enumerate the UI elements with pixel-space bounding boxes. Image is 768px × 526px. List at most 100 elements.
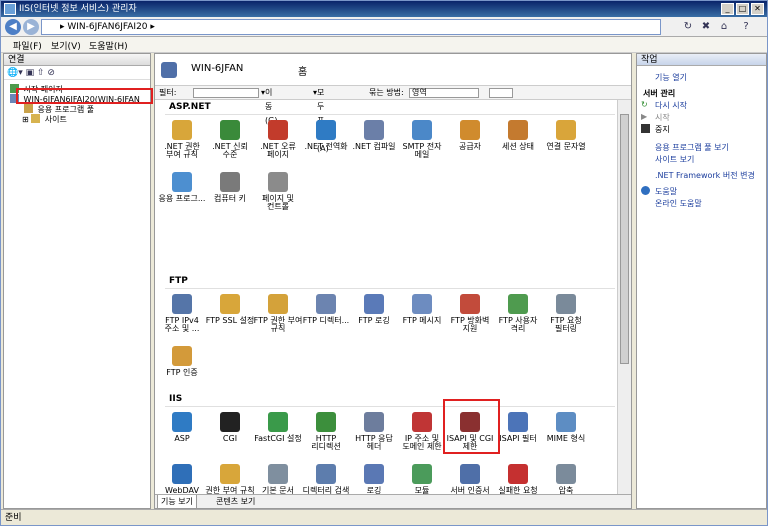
save-icon[interactable]: ▣ <box>26 68 35 78</box>
forward-button[interactable]: ▶ <box>23 19 39 35</box>
feature-item[interactable]: 페이지 및 컨트롤 <box>253 172 303 211</box>
feature-item[interactable]: 로깅 <box>349 464 399 495</box>
feature-item[interactable]: ISAPI 필터 <box>493 412 543 443</box>
feature-item[interactable]: FTP 사용자 격리 <box>493 294 543 333</box>
feature-item[interactable]: FTP 요청 필터링 <box>541 294 591 333</box>
feature-item[interactable]: CGI <box>205 412 255 443</box>
help-icon[interactable]: ? <box>739 20 753 34</box>
feature-item[interactable]: HTTP 응답 헤더 <box>349 412 399 451</box>
view-app-pools-link[interactable]: 응용 프로그램 풀 보기 <box>655 142 729 153</box>
feature-item[interactable]: FTP 메시지 <box>397 294 447 325</box>
sites-folder-icon <box>31 114 41 123</box>
expand-icon[interactable]: ⊞ <box>22 115 29 124</box>
address-bar: ◀ ▶ ▸ WIN-6JFAN6JFAI20 ▸ ↻ ✖ ⌂ ? <box>1 17 767 37</box>
address-path[interactable]: ▸ WIN-6JFAN6JFAI20 ▸ <box>41 19 661 35</box>
filter-input[interactable] <box>193 88 259 98</box>
feature-item[interactable]: .NET 신뢰 수준 <box>205 120 255 159</box>
feature-label: FastCGI 설정 <box>254 434 302 443</box>
feature-item[interactable]: 권한 부여 규칙 <box>205 464 255 495</box>
feature-label: HTTP 응답 헤더 <box>355 434 393 451</box>
feature-item[interactable]: SMTP 전자 메일 <box>397 120 447 159</box>
view-sites-link[interactable]: 사이트 보기 <box>655 154 694 165</box>
feature-item[interactable]: FTP 로깅 <box>349 294 399 325</box>
help-link[interactable]: 도움말 <box>641 186 677 197</box>
minimize-button[interactable]: _ <box>721 3 734 15</box>
connect-icon[interactable]: 🌐▾ <box>7 68 23 78</box>
ftp-filter-icon <box>556 294 576 314</box>
connections-title: 연결 <box>4 54 150 66</box>
tab-features-view[interactable]: 기능 보기 <box>157 495 197 508</box>
tree-label: 사이트 <box>44 115 67 124</box>
feature-item[interactable]: IP 주소 및 도메인 제한 <box>397 412 447 451</box>
feature-label: FTP 메시지 <box>402 316 442 325</box>
status-bar: 준비 <box>1 509 767 525</box>
feature-item[interactable]: 응용 프로그... <box>157 172 207 203</box>
ftp-user-icon <box>508 294 528 314</box>
menu-file[interactable]: 파일(F) <box>13 39 42 52</box>
stop-link[interactable]: 중지 <box>641 124 670 135</box>
feature-item[interactable]: .NET 오류 페이지 <box>253 120 303 159</box>
feature-item[interactable]: 기본 문서 <box>253 464 303 495</box>
error-page-icon <box>268 120 288 140</box>
restart-link[interactable]: ↻ 다시 시작 <box>641 100 687 111</box>
maximize-button[interactable]: □ <box>736 3 749 15</box>
tree-sites[interactable]: ⊞ 사이트 <box>22 114 67 125</box>
view-tabs: 기능 보기 콘텐츠 보기 <box>155 494 631 508</box>
feature-label: ASP <box>174 434 190 443</box>
feature-item[interactable]: ASP <box>157 412 207 443</box>
actions-title: 작업 <box>637 54 766 66</box>
close-button[interactable]: ✕ <box>751 3 764 15</box>
feature-item[interactable]: FastCGI 설정 <box>253 412 303 443</box>
home-icon[interactable]: ⌂ <box>717 20 731 34</box>
tab-content-view[interactable]: 콘텐츠 보기 <box>213 495 258 508</box>
feature-item[interactable]: FTP 인증 <box>157 346 207 377</box>
feature-item[interactable]: .NET 전역화 <box>301 120 351 151</box>
feature-item[interactable]: FTP 디렉터... <box>301 294 351 325</box>
ftp-firewall-icon <box>460 294 480 314</box>
menu-view[interactable]: 보기(V) <box>51 39 81 52</box>
feature-item[interactable]: 디렉터리 검색 <box>301 464 351 495</box>
open-feature-link[interactable]: 기능 열기 <box>655 72 687 83</box>
refresh-icon[interactable]: ↻ <box>681 20 695 34</box>
group-by-select[interactable]: 영역 <box>409 88 479 98</box>
app-settings-icon <box>172 172 192 192</box>
restart-icon: ↻ <box>641 100 648 109</box>
feature-item[interactable]: FTP SSL 설정 <box>205 294 255 325</box>
feature-item[interactable]: HTTP 리디렉션 <box>301 412 351 451</box>
modules-icon <box>412 464 432 484</box>
disconnect-icon[interactable]: ⊘ <box>47 68 55 78</box>
stop-icon[interactable]: ✖ <box>699 20 713 34</box>
view-select[interactable] <box>489 88 513 98</box>
group-divider <box>165 406 615 407</box>
go-button[interactable]: ▾ 이동(G) <box>261 86 277 125</box>
start-link[interactable]: ▶ 시작 <box>641 112 670 123</box>
change-net-version-link[interactable]: .NET Framework 버전 변경 <box>655 170 755 181</box>
show-all-button[interactable]: ▾ 모두 표시(A) <box>313 86 329 153</box>
selection-highlight <box>16 88 153 104</box>
feature-item[interactable]: 모듈 <box>397 464 447 495</box>
menu-help[interactable]: 도움말(H) <box>89 39 128 52</box>
feature-item[interactable]: 연결 문자열 <box>541 120 591 151</box>
up-icon[interactable]: ⇧ <box>37 68 45 78</box>
feature-item[interactable]: FTP 권한 부여 규칙 <box>253 294 303 333</box>
feature-item[interactable]: 서버 인증서 <box>445 464 495 495</box>
server-certificate-highlight <box>443 399 500 454</box>
scroll-thumb[interactable] <box>620 114 629 364</box>
server-icon <box>161 62 177 78</box>
feature-item[interactable]: 세션 상태 <box>493 120 543 151</box>
authz-icon <box>220 464 240 484</box>
logging-icon <box>364 464 384 484</box>
vertical-scrollbar[interactable] <box>617 100 631 496</box>
feature-item[interactable]: .NET 권한 부여 규칙 <box>157 120 207 159</box>
feature-item[interactable]: 공급자 <box>445 120 495 151</box>
feature-item[interactable]: FTP 방화벽 지원 <box>445 294 495 333</box>
feature-item[interactable]: FTP IPv4 주소 및 ... <box>157 294 207 333</box>
feature-item[interactable]: MIME 형식 <box>541 412 591 443</box>
feature-item[interactable]: .NET 컴파일 <box>349 120 399 151</box>
iis-app-icon <box>4 3 16 15</box>
center-header: WIN-6JFAN 홈 <box>155 54 631 86</box>
online-help-link[interactable]: 온라인 도움말 <box>655 198 702 209</box>
feature-item[interactable]: 압축 <box>541 464 591 495</box>
back-button[interactable]: ◀ <box>5 19 21 35</box>
feature-item[interactable]: 컴퓨터 키 <box>205 172 255 203</box>
